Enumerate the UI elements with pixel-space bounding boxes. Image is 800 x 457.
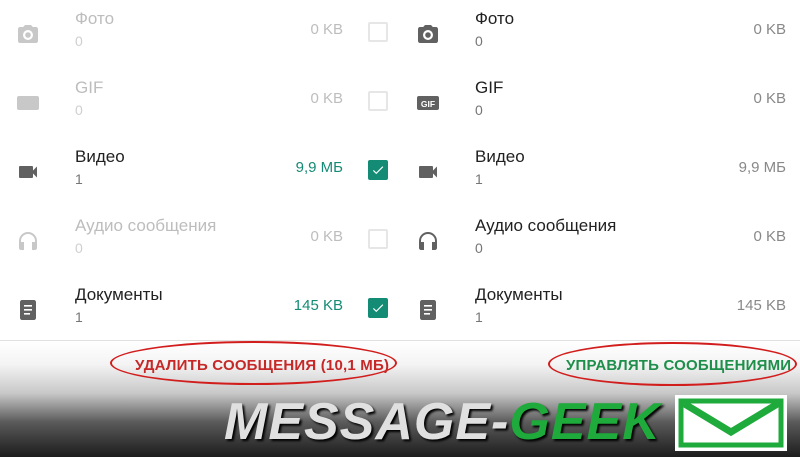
row-documents[interactable]: Документы 1 145 KB bbox=[400, 276, 800, 345]
row-title: Документы bbox=[75, 285, 163, 304]
camera-icon bbox=[416, 22, 440, 46]
row-title: GIF bbox=[475, 78, 504, 97]
row-video[interactable]: Видео 1 9,9 МБ bbox=[400, 138, 800, 207]
row-photo: Фото 0 0 KB bbox=[0, 0, 400, 69]
document-icon bbox=[16, 298, 40, 322]
gif-checkbox[interactable] bbox=[368, 91, 388, 111]
row-audio[interactable]: Аудио сообщения 0 0 KB bbox=[400, 207, 800, 276]
row-size: 0 KB bbox=[310, 90, 343, 107]
row-title: Аудио сообщения bbox=[475, 216, 617, 235]
watermark-text: MESSAGE-GEEK bbox=[224, 392, 661, 452]
row-count: 0 bbox=[75, 102, 83, 118]
envelope-logo-icon bbox=[675, 395, 787, 451]
row-documents: Документы 1 145 KB bbox=[0, 276, 400, 345]
row-size: 145 KB bbox=[736, 297, 786, 314]
videocam-icon bbox=[16, 160, 40, 184]
row-size: 0 KB bbox=[753, 90, 786, 107]
document-icon bbox=[416, 298, 440, 322]
row-count: 1 bbox=[75, 171, 83, 187]
gif-icon: GIF bbox=[16, 91, 40, 115]
right-storage-panel: Фото 0 0 KB GIF GIF 0 0 KB Видео 1 9,9 М… bbox=[400, 0, 800, 340]
headphones-icon bbox=[16, 229, 40, 253]
headphones-icon bbox=[416, 229, 440, 253]
documents-checkbox[interactable] bbox=[368, 298, 388, 318]
watermark-part2: GEEK bbox=[509, 393, 661, 451]
row-size: 0 KB bbox=[310, 228, 343, 245]
svg-text:GIF: GIF bbox=[21, 99, 35, 109]
row-title: Документы bbox=[475, 285, 563, 304]
row-title: Фото bbox=[75, 9, 115, 28]
videocam-icon bbox=[416, 160, 440, 184]
row-count: 0 bbox=[475, 33, 483, 49]
row-title: GIF bbox=[75, 78, 104, 97]
check-icon bbox=[372, 166, 384, 175]
delete-messages-button[interactable]: УДАЛИТЬ СООБЩЕНИЯ (10,1 МБ) bbox=[135, 357, 389, 374]
row-audio: Аудио сообщения 0 0 KB bbox=[0, 207, 400, 276]
watermark-part1: MESSAGE- bbox=[224, 393, 510, 451]
row-video: Видео 1 9,9 МБ bbox=[0, 138, 400, 207]
gif-icon: GIF bbox=[416, 91, 440, 115]
row-size: 145 KB bbox=[293, 297, 343, 314]
svg-text:GIF: GIF bbox=[421, 99, 435, 109]
manage-messages-button[interactable]: УПРАВЛЯТЬ СООБЩЕНИЯМИ bbox=[566, 357, 791, 374]
video-checkbox[interactable] bbox=[368, 160, 388, 180]
camera-icon bbox=[16, 22, 40, 46]
row-count: 0 bbox=[75, 240, 83, 256]
row-count: 0 bbox=[75, 33, 83, 49]
photo-checkbox[interactable] bbox=[368, 22, 388, 42]
row-count: 1 bbox=[475, 309, 483, 325]
row-size: 9,9 МБ bbox=[295, 159, 343, 176]
left-storage-panel: Фото 0 0 KB GIF GIF 0 0 KB Видео 1 9,9 М… bbox=[0, 0, 400, 340]
row-size: 0 KB bbox=[753, 228, 786, 245]
row-title: Аудио сообщения bbox=[75, 216, 217, 235]
row-count: 0 bbox=[475, 102, 483, 118]
row-count: 0 bbox=[475, 240, 483, 256]
row-count: 1 bbox=[75, 309, 83, 325]
row-title: Видео bbox=[475, 147, 525, 166]
row-size: 0 KB bbox=[310, 21, 343, 38]
row-gif[interactable]: GIF GIF 0 0 KB bbox=[400, 69, 800, 138]
row-gif: GIF GIF 0 0 KB bbox=[0, 69, 400, 138]
audio-checkbox[interactable] bbox=[368, 229, 388, 249]
row-title: Фото bbox=[475, 9, 515, 28]
check-icon bbox=[372, 304, 384, 313]
row-title: Видео bbox=[75, 147, 125, 166]
row-photo[interactable]: Фото 0 0 KB bbox=[400, 0, 800, 69]
row-count: 1 bbox=[475, 171, 483, 187]
row-size: 9,9 МБ bbox=[738, 159, 786, 176]
row-size: 0 KB bbox=[753, 21, 786, 38]
